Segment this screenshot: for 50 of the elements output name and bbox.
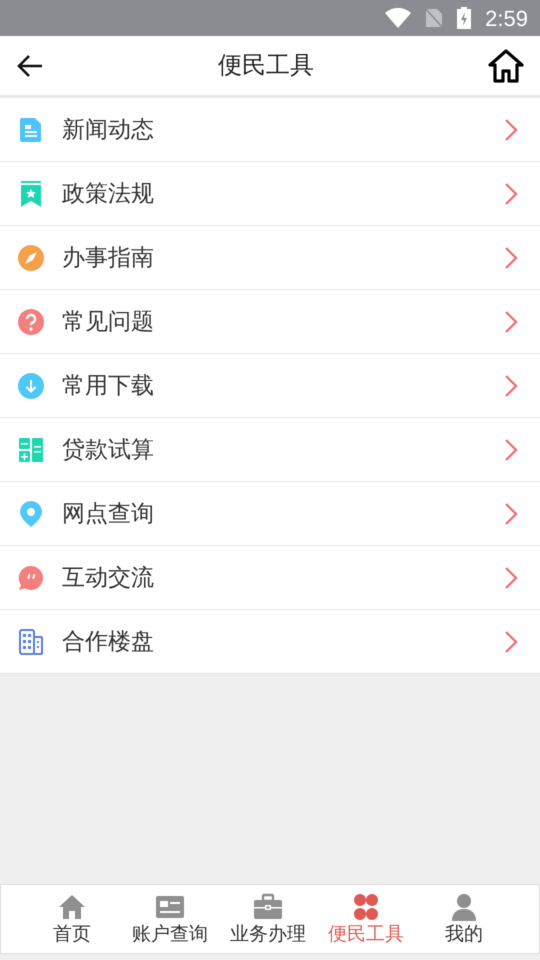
chevron-right-icon xyxy=(504,118,518,142)
menu-item-label: 政策法规 xyxy=(62,179,155,208)
status-time: 2:59 xyxy=(485,4,528,32)
menu-item-label: 网点查询 xyxy=(62,499,155,528)
menu-item-label: 贷款试算 xyxy=(62,435,155,464)
person-icon xyxy=(449,892,479,920)
menu-item[interactable]: 政策法规 xyxy=(0,162,540,226)
menu-item[interactable]: 贷款试算 xyxy=(0,418,540,482)
no-sim-icon xyxy=(425,8,444,28)
menu-item-label: 合作楼盘 xyxy=(62,627,155,656)
back-arrow-icon xyxy=(16,54,44,78)
menu-item[interactable]: 常见问题 xyxy=(0,290,540,354)
building-icon xyxy=(17,628,45,656)
tab-bar-item[interactable]: 我的 xyxy=(415,885,513,953)
chevron-right-icon xyxy=(504,374,518,398)
menu-item[interactable]: 合作楼盘 xyxy=(0,610,540,674)
menu-item[interactable]: 新闻动态 xyxy=(0,98,540,162)
menu-item-label: 新闻动态 xyxy=(62,115,155,144)
chevron-right-icon xyxy=(504,566,518,590)
calculator-icon xyxy=(17,436,45,464)
tab-bar-item[interactable]: 首页 xyxy=(23,885,121,953)
wifi-icon xyxy=(385,8,412,28)
menu-item[interactable]: 互动交流 xyxy=(0,546,540,610)
compass-icon xyxy=(17,244,45,272)
menu-item-label: 办事指南 xyxy=(62,243,155,272)
location-pin-icon xyxy=(17,500,45,528)
chevron-right-icon xyxy=(504,182,518,206)
chevron-right-icon xyxy=(504,438,518,462)
briefcase-icon xyxy=(253,892,283,920)
tab-bar-item[interactable]: 便民工具 xyxy=(317,885,415,953)
chevron-right-icon xyxy=(504,246,518,270)
tab-bar-item[interactable]: 业务办理 xyxy=(219,885,317,953)
menu-item-label: 常见问题 xyxy=(62,307,155,336)
four-petal-icon xyxy=(351,892,381,920)
battery-charging-icon xyxy=(457,7,472,29)
menu-item[interactable]: 网点查询 xyxy=(0,482,540,546)
chevron-right-icon xyxy=(504,630,518,654)
menu-item[interactable]: 常用下载 xyxy=(0,354,540,418)
download-icon xyxy=(17,372,45,400)
question-icon xyxy=(17,308,45,336)
home-outline-icon xyxy=(487,48,525,84)
menu-item-label: 常用下载 xyxy=(62,371,155,400)
chevron-right-icon xyxy=(504,502,518,526)
menu-item-label: 互动交流 xyxy=(62,563,155,592)
chevron-right-icon xyxy=(504,310,518,334)
tab-bar-item[interactable]: 账户查询 xyxy=(121,885,219,953)
menu-item[interactable]: 办事指南 xyxy=(0,226,540,290)
home-icon xyxy=(57,892,87,920)
page-title: 便民工具 xyxy=(218,50,314,80)
chat-bubble-icon xyxy=(17,564,45,592)
